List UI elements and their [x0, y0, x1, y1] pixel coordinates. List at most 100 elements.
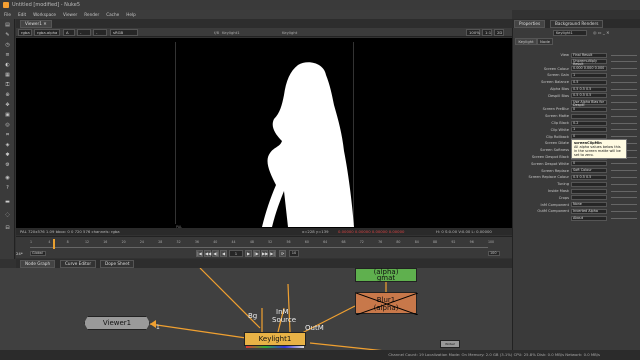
- play-forward-button[interactable]: ▶: [245, 250, 252, 257]
- tab-node[interactable]: Node: [537, 38, 553, 45]
- float-panel-icon[interactable]: ▭: [598, 30, 602, 35]
- param-value-field[interactable]: About: [571, 215, 607, 221]
- param-slider[interactable]: [611, 204, 637, 206]
- param-slider[interactable]: [611, 54, 637, 56]
- end-frame-field[interactable]: 100: [488, 251, 500, 256]
- menu-render[interactable]: Render: [84, 10, 99, 19]
- transform-icon[interactable]: ✥: [3, 102, 12, 109]
- other-icon[interactable]: ◈: [3, 142, 12, 149]
- param-value-field[interactable]: 0.5 0.5 0.5: [571, 93, 607, 99]
- menu-file[interactable]: File: [4, 10, 11, 19]
- param-value-field[interactable]: 0.2: [571, 120, 607, 126]
- tab-keylight[interactable]: Keylight: [515, 38, 537, 45]
- param-slider[interactable]: [611, 68, 637, 70]
- time-icon[interactable]: ◷: [3, 42, 12, 49]
- param-slider[interactable]: [611, 108, 637, 110]
- param-slider[interactable]: [611, 197, 637, 199]
- param-value-field[interactable]: Unpremultiply Result: [571, 59, 607, 66]
- help-icon[interactable]: ?: [3, 185, 12, 192]
- param-slider[interactable]: [611, 163, 637, 165]
- 3d-icon[interactable]: ▣: [3, 112, 12, 119]
- frame-increment-field[interactable]: 10: [289, 250, 299, 257]
- param-slider[interactable]: [611, 210, 637, 212]
- current-frame-field[interactable]: 1: [229, 250, 243, 257]
- tab-dope-sheet[interactable]: Dope Sheet: [100, 260, 135, 268]
- gizmo-icon[interactable]: ▬: [3, 199, 12, 206]
- menu-viewer[interactable]: Viewer: [63, 10, 77, 19]
- close-panel-icon[interactable]: ✕: [606, 30, 609, 35]
- node-name-field[interactable]: Keylight1: [553, 30, 587, 36]
- param-slider[interactable]: [611, 170, 637, 172]
- param-slider[interactable]: [611, 61, 637, 63]
- center-node-icon[interactable]: ◎: [593, 30, 597, 35]
- param-value-field[interactable]: 0.5 0.5 0.5: [571, 86, 607, 92]
- param-value-field[interactable]: [571, 181, 607, 187]
- furnace-icon[interactable]: ✱: [3, 152, 12, 159]
- first-frame-button[interactable]: |◀: [196, 250, 203, 257]
- timeline-ruler[interactable]: 1 4 8 12 16 20 24 28 32 36 40 44 48 52 56 60 64 68 72 76 80 8…: [30, 240, 494, 248]
- node-graph-canvas[interactable]: Viewer1 Keylight1 (alpha) gmat Blur1 (al…: [0, 268, 512, 360]
- param-slider[interactable]: [611, 183, 637, 185]
- loop-mode-button[interactable]: ⟳: [279, 250, 286, 257]
- param-value-field[interactable]: 0.000 0.000 0.000: [571, 66, 607, 72]
- fps-field[interactable]: 24*: [16, 250, 28, 257]
- step-forward-button[interactable]: |▶: [253, 250, 260, 257]
- blur1-node[interactable]: Blur1 (alpha): [355, 292, 418, 315]
- step-back-button[interactable]: ◀|: [212, 250, 219, 257]
- plugin-icon[interactable]: ⚙: [3, 162, 12, 169]
- param-value-field[interactable]: [571, 113, 607, 119]
- write2-node[interactable]: Write2: [440, 340, 460, 348]
- image-icon[interactable]: ▤: [3, 22, 12, 29]
- tab-node-graph[interactable]: Node Graph: [20, 260, 56, 268]
- param-slider[interactable]: [611, 190, 637, 192]
- views-icon[interactable]: ◎: [3, 122, 12, 129]
- param-value-field[interactable]: 0: [571, 106, 607, 112]
- param-slider[interactable]: [611, 102, 637, 104]
- tab-properties[interactable]: Properties: [514, 20, 546, 28]
- tab-background-renders[interactable]: Background Renders: [550, 20, 604, 28]
- param-value-field[interactable]: 0: [571, 161, 607, 167]
- node-graph-icon[interactable]: ⊟: [3, 225, 12, 232]
- last-frame-button[interactable]: ▶|: [269, 250, 276, 257]
- param-value-field[interactable]: 0.5 0.5 0.5: [571, 174, 607, 180]
- draw-icon[interactable]: ✎: [3, 32, 12, 39]
- play-backward-button[interactable]: ◀: [220, 250, 227, 257]
- param-slider[interactable]: [611, 217, 637, 219]
- merge-icon[interactable]: ⊕: [3, 92, 12, 99]
- channel-icon[interactable]: ≡: [3, 52, 12, 59]
- param-value-field[interactable]: Use Alpha Bias for Despill: [571, 100, 607, 107]
- menu-workspace[interactable]: Workspace: [33, 10, 56, 19]
- menu-edit[interactable]: Edit: [18, 10, 26, 19]
- scope-dropdown[interactable]: Global: [30, 251, 46, 256]
- param-slider[interactable]: [611, 176, 637, 178]
- param-slider[interactable]: [611, 95, 637, 97]
- menu-cache[interactable]: Cache: [106, 10, 119, 19]
- minimize-panel-icon[interactable]: _: [603, 30, 605, 35]
- param-value-field[interactable]: Final Result: [571, 52, 607, 58]
- viewer-input-a-label[interactable]: Keylight1: [222, 30, 240, 35]
- color-icon[interactable]: ◐: [3, 62, 12, 69]
- keyer-icon[interactable]: ⚿: [3, 82, 12, 89]
- gmat-node[interactable]: (alpha) gmat: [355, 268, 417, 282]
- param-slider[interactable]: [611, 129, 637, 131]
- param-value-field[interactable]: 1: [571, 72, 607, 78]
- next-key-button[interactable]: ▶▶: [261, 250, 268, 257]
- param-value-field[interactable]: 0.5: [571, 79, 607, 85]
- tab-curve-editor[interactable]: Curve Editor: [60, 260, 97, 268]
- prev-key-button[interactable]: ◀◀: [204, 250, 211, 257]
- filter-icon[interactable]: ▦: [3, 72, 12, 79]
- viewer-input-b-label[interactable]: Keylight: [282, 30, 297, 35]
- metadata-icon[interactable]: ⌗: [3, 132, 12, 139]
- param-value-field[interactable]: Soft Colour: [571, 168, 607, 174]
- param-slider[interactable]: [611, 81, 637, 83]
- param-slider[interactable]: [611, 122, 637, 124]
- param-value-field[interactable]: Inverted Alpha: [571, 208, 607, 214]
- python-icon[interactable]: ◉: [3, 175, 12, 182]
- param-value-field[interactable]: None: [571, 202, 607, 208]
- param-slider[interactable]: [611, 88, 637, 90]
- param-value-field[interactable]: [571, 195, 607, 201]
- timeline-playhead[interactable]: [52, 239, 55, 249]
- param-slider[interactable]: [611, 115, 637, 117]
- viewer1-node[interactable]: Viewer1: [84, 316, 150, 330]
- param-value-field[interactable]: 1: [571, 127, 607, 133]
